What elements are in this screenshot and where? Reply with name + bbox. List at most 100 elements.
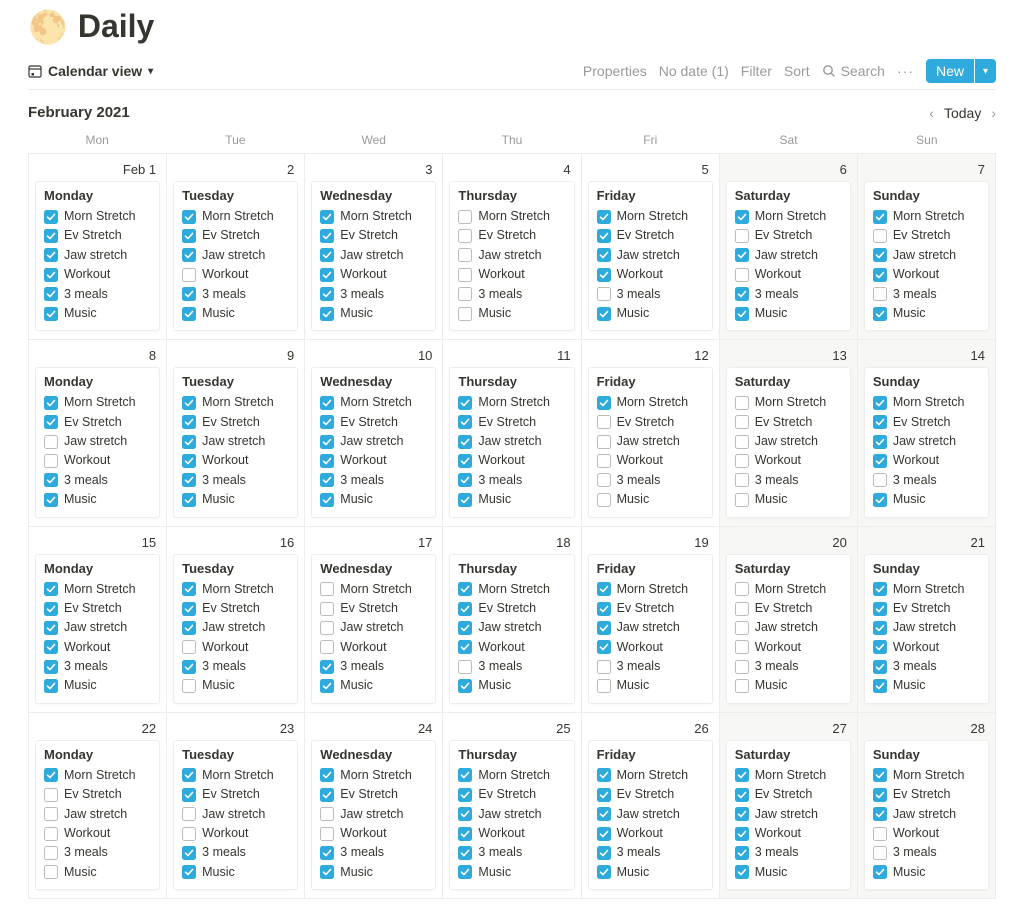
search-button[interactable]: Search: [822, 63, 885, 79]
checkbox-unchecked-icon[interactable]: [735, 396, 749, 410]
task-row[interactable]: Workout: [873, 824, 980, 843]
task-row[interactable]: Ev Stretch: [458, 226, 565, 245]
task-row[interactable]: Morn Stretch: [458, 207, 565, 226]
task-row[interactable]: Jaw stretch: [597, 618, 704, 637]
checkbox-checked-icon[interactable]: [458, 865, 472, 879]
task-row[interactable]: 3 meals: [458, 843, 565, 862]
checkbox-unchecked-icon[interactable]: [873, 827, 887, 841]
task-row[interactable]: Ev Stretch: [873, 785, 980, 804]
page-emoji[interactable]: 🌕: [28, 11, 68, 43]
task-row[interactable]: Morn Stretch: [735, 766, 842, 785]
task-row[interactable]: Morn Stretch: [44, 393, 151, 412]
task-row[interactable]: Workout: [182, 824, 289, 843]
task-row[interactable]: Jaw stretch: [597, 246, 704, 265]
calendar-cell[interactable]: 10WednesdayMorn StretchEv StretchJaw str…: [305, 340, 443, 526]
day-card[interactable]: SundayMorn StretchEv StretchJaw stretchW…: [864, 740, 989, 890]
task-row[interactable]: 3 meals: [873, 471, 980, 490]
checkbox-unchecked-icon[interactable]: [44, 846, 58, 860]
checkbox-checked-icon[interactable]: [735, 827, 749, 841]
calendar-cell[interactable]: 20SaturdayMorn StretchEv StretchJaw stre…: [720, 527, 858, 713]
checkbox-unchecked-icon[interactable]: [320, 582, 334, 596]
checkbox-checked-icon[interactable]: [44, 307, 58, 321]
task-row[interactable]: Workout: [597, 451, 704, 470]
task-row[interactable]: 3 meals: [458, 285, 565, 304]
checkbox-unchecked-icon[interactable]: [873, 473, 887, 487]
calendar-cell[interactable]: 6SaturdayMorn StretchEv StretchJaw stret…: [720, 154, 858, 340]
task-row[interactable]: Workout: [735, 638, 842, 657]
checkbox-unchecked-icon[interactable]: [735, 602, 749, 616]
day-card[interactable]: SaturdayMorn StretchEv StretchJaw stretc…: [726, 181, 851, 331]
checkbox-checked-icon[interactable]: [597, 827, 611, 841]
task-row[interactable]: Music: [735, 304, 842, 323]
checkbox-checked-icon[interactable]: [320, 396, 334, 410]
calendar-cell[interactable]: 18ThursdayMorn StretchEv StretchJaw stre…: [443, 527, 581, 713]
task-row[interactable]: Ev Stretch: [44, 226, 151, 245]
task-row[interactable]: Workout: [44, 265, 151, 284]
checkbox-unchecked-icon[interactable]: [597, 415, 611, 429]
checkbox-checked-icon[interactable]: [873, 788, 887, 802]
day-card[interactable]: WednesdayMorn StretchEv StretchJaw stret…: [311, 554, 436, 704]
task-row[interactable]: Jaw stretch: [873, 805, 980, 824]
task-row[interactable]: Morn Stretch: [44, 766, 151, 785]
calendar-cell[interactable]: 15MondayMorn StretchEv StretchJaw stretc…: [29, 527, 167, 713]
sort-button[interactable]: Sort: [784, 63, 810, 79]
checkbox-checked-icon[interactable]: [873, 582, 887, 596]
checkbox-unchecked-icon[interactable]: [597, 679, 611, 693]
checkbox-checked-icon[interactable]: [182, 229, 196, 243]
checkbox-unchecked-icon[interactable]: [735, 493, 749, 507]
task-row[interactable]: 3 meals: [320, 471, 427, 490]
checkbox-checked-icon[interactable]: [873, 807, 887, 821]
day-card[interactable]: MondayMorn StretchEv StretchJaw stretchW…: [35, 367, 160, 517]
task-row[interactable]: Workout: [458, 824, 565, 843]
checkbox-checked-icon[interactable]: [44, 602, 58, 616]
checkbox-checked-icon[interactable]: [873, 454, 887, 468]
checkbox-checked-icon[interactable]: [182, 473, 196, 487]
checkbox-unchecked-icon[interactable]: [597, 473, 611, 487]
day-card[interactable]: TuesdayMorn StretchEv StretchJaw stretch…: [173, 181, 298, 331]
task-row[interactable]: Ev Stretch: [458, 785, 565, 804]
task-row[interactable]: Ev Stretch: [735, 785, 842, 804]
checkbox-checked-icon[interactable]: [458, 621, 472, 635]
checkbox-checked-icon[interactable]: [182, 248, 196, 262]
calendar-cell[interactable]: 26FridayMorn StretchEv StretchJaw stretc…: [582, 713, 720, 899]
checkbox-checked-icon[interactable]: [458, 493, 472, 507]
task-row[interactable]: Jaw stretch: [597, 432, 704, 451]
checkbox-checked-icon[interactable]: [873, 435, 887, 449]
checkbox-checked-icon[interactable]: [458, 582, 472, 596]
checkbox-unchecked-icon[interactable]: [320, 807, 334, 821]
task-row[interactable]: Music: [44, 676, 151, 695]
calendar-cell[interactable]: 27SaturdayMorn StretchEv StretchJaw stre…: [720, 713, 858, 899]
checkbox-checked-icon[interactable]: [458, 454, 472, 468]
calendar-cell[interactable]: 25ThursdayMorn StretchEv StretchJaw stre…: [443, 713, 581, 899]
task-row[interactable]: Ev Stretch: [735, 413, 842, 432]
task-row[interactable]: Morn Stretch: [873, 580, 980, 599]
checkbox-checked-icon[interactable]: [873, 768, 887, 782]
task-row[interactable]: Music: [320, 676, 427, 695]
checkbox-checked-icon[interactable]: [320, 768, 334, 782]
task-row[interactable]: Jaw stretch: [320, 805, 427, 824]
task-row[interactable]: Workout: [597, 638, 704, 657]
task-row[interactable]: Ev Stretch: [44, 413, 151, 432]
checkbox-checked-icon[interactable]: [44, 660, 58, 674]
checkbox-unchecked-icon[interactable]: [458, 229, 472, 243]
task-row[interactable]: Morn Stretch: [320, 207, 427, 226]
calendar-cell[interactable]: 3WednesdayMorn StretchEv StretchJaw stre…: [305, 154, 443, 340]
task-row[interactable]: Jaw stretch: [873, 432, 980, 451]
checkbox-unchecked-icon[interactable]: [597, 454, 611, 468]
task-row[interactable]: Morn Stretch: [597, 207, 704, 226]
task-row[interactable]: Morn Stretch: [458, 580, 565, 599]
checkbox-unchecked-icon[interactable]: [182, 679, 196, 693]
checkbox-checked-icon[interactable]: [597, 307, 611, 321]
checkbox-unchecked-icon[interactable]: [735, 660, 749, 674]
day-card[interactable]: ThursdayMorn StretchEv StretchJaw stretc…: [449, 181, 574, 331]
checkbox-checked-icon[interactable]: [320, 248, 334, 262]
task-row[interactable]: Ev Stretch: [597, 599, 704, 618]
checkbox-checked-icon[interactable]: [873, 640, 887, 654]
task-row[interactable]: Jaw stretch: [44, 432, 151, 451]
task-row[interactable]: 3 meals: [182, 843, 289, 862]
task-row[interactable]: Music: [44, 304, 151, 323]
checkbox-unchecked-icon[interactable]: [735, 640, 749, 654]
task-row[interactable]: Morn Stretch: [44, 207, 151, 226]
checkbox-unchecked-icon[interactable]: [735, 454, 749, 468]
task-row[interactable]: Jaw stretch: [320, 246, 427, 265]
